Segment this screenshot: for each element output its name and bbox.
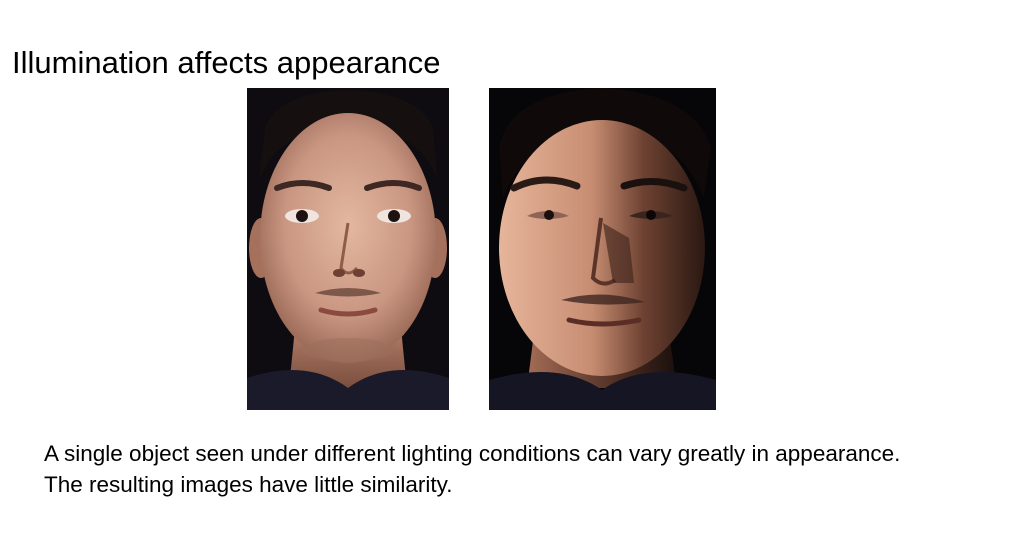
face-photo-side-lighting-icon — [489, 88, 716, 410]
slide-title: Illumination affects appearance — [12, 44, 441, 80]
caption-line-2: The resulting images have little similar… — [44, 472, 453, 497]
face-photo-frontal-lighting — [247, 88, 449, 410]
caption-line-1: A single object seen under different lig… — [44, 441, 901, 466]
slide-caption: A single object seen under different lig… — [44, 438, 900, 500]
face-photo-side-lighting — [489, 88, 716, 410]
face-photo-frontal-lighting-icon — [247, 88, 449, 410]
